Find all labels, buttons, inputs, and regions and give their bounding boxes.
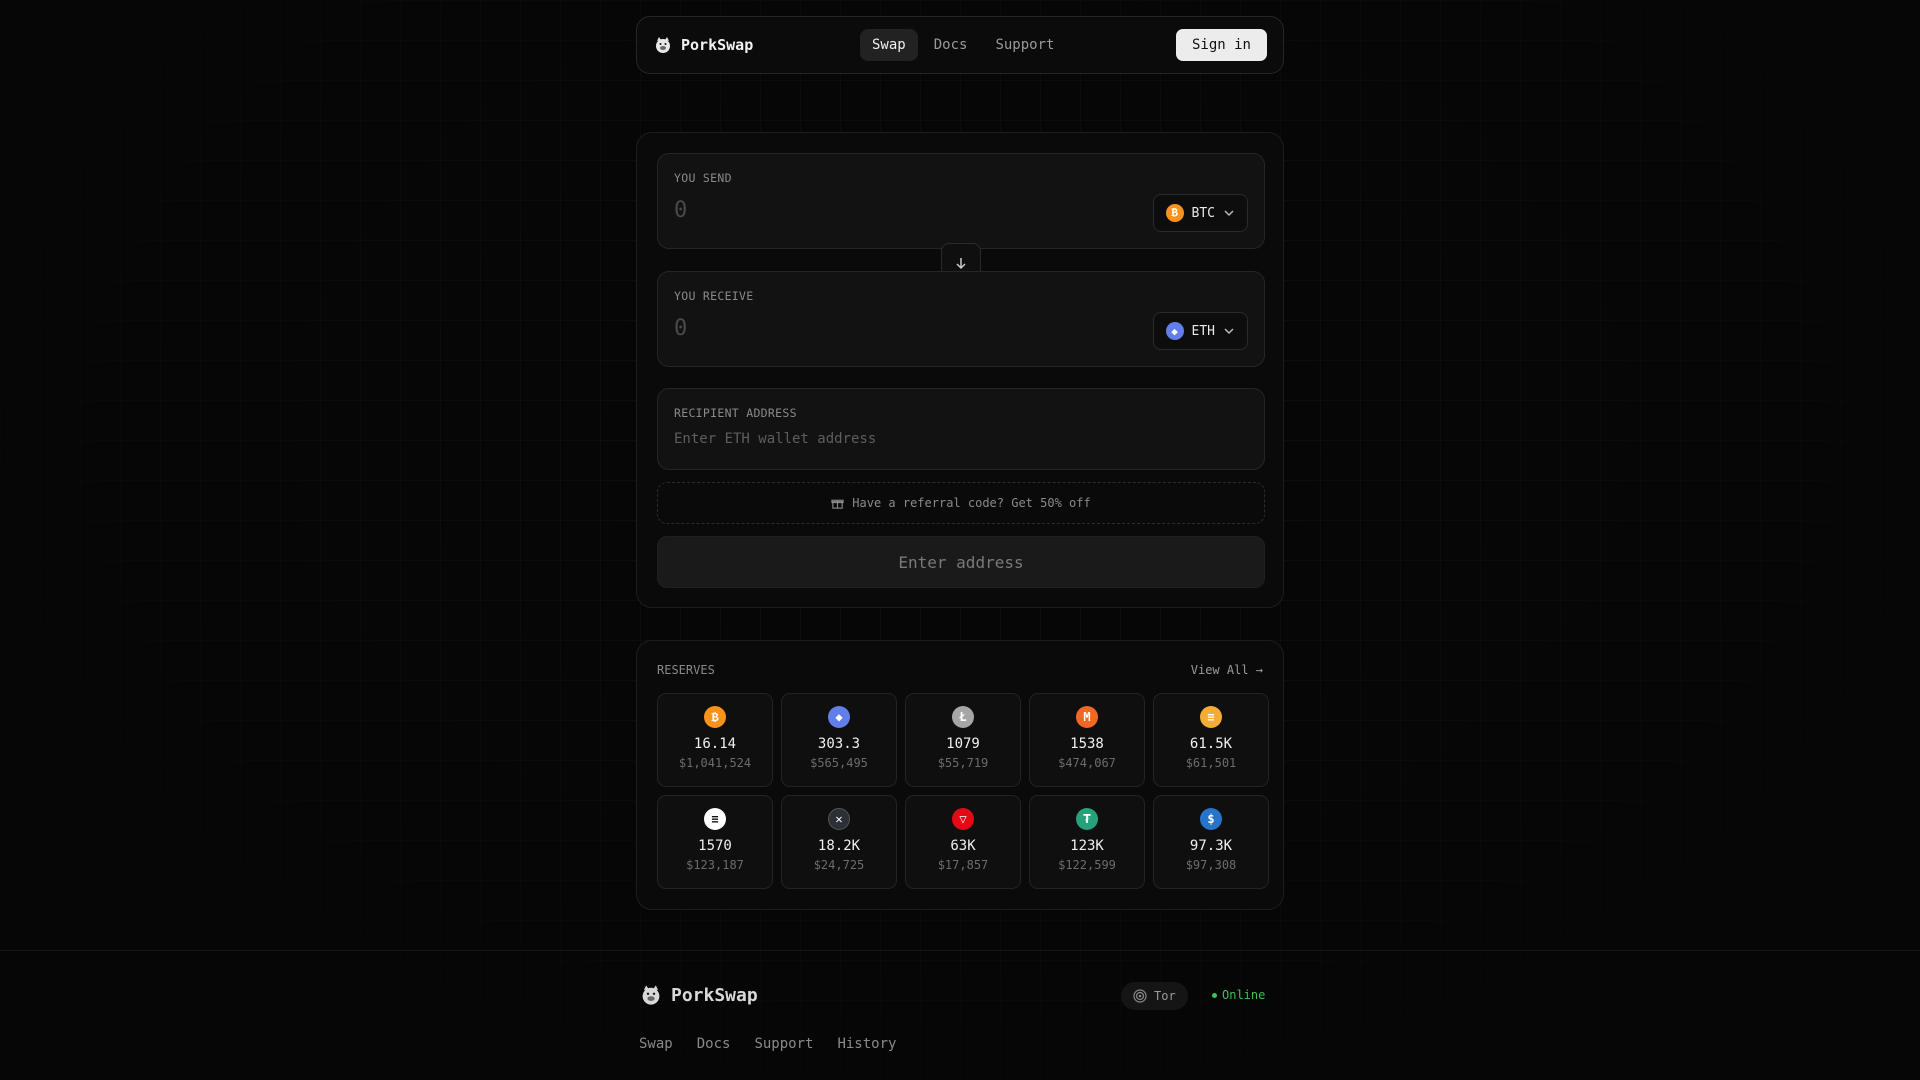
status-dot-icon: [1212, 992, 1217, 998]
ethereum-icon: ◆: [828, 706, 850, 728]
send-amount-input[interactable]: 0: [674, 198, 687, 223]
footer-brand[interactable]: PorkSwap: [639, 982, 758, 1008]
xrp-icon: ✕: [828, 808, 850, 830]
reserve-tile-ltc[interactable]: Ł 1079 $55,719: [905, 693, 1021, 787]
dai-icon: ≡: [1200, 706, 1222, 728]
reserve-usd: $61,501: [1185, 756, 1237, 770]
receive-token-label: ETH: [1191, 323, 1215, 339]
bitcoin-icon: ₿: [1165, 204, 1184, 222]
reserves-title: RESERVES: [657, 663, 715, 677]
reserve-usd: $97,308: [1185, 858, 1237, 872]
tor-badge[interactable]: Tor: [1121, 982, 1188, 1010]
reserve-tile-usdc[interactable]: $ 97.3K $97,308: [1153, 795, 1269, 889]
reserve-usd: $565,495: [810, 756, 868, 770]
reserve-tile-sol[interactable]: ≡ 1570 $123,187: [657, 795, 773, 889]
tor-label: Tor: [1154, 989, 1176, 1003]
monero-icon: M: [1076, 706, 1098, 728]
recipient-panel: RECIPIENT ADDRESS: [657, 388, 1265, 470]
reserve-tile-xmr[interactable]: M 1538 $474,067: [1029, 693, 1145, 787]
view-all-link[interactable]: View All →: [1191, 663, 1263, 677]
receive-panel: YOU RECEIVE 0 ◆ ETH: [657, 271, 1265, 367]
reserve-amount: 18.2K: [817, 838, 861, 854]
reserve-amount: 1570: [698, 838, 732, 854]
reserve-tile-btc[interactable]: ₿ 16.14 $1,041,524: [657, 693, 773, 787]
send-token-label: BTC: [1191, 205, 1215, 221]
reserve-amount: 61.5K: [1189, 736, 1233, 752]
reserve-usd: $24,725: [813, 858, 865, 872]
brand[interactable]: PorkSwap: [653, 35, 753, 55]
reserve-usd: $474,067: [1058, 756, 1116, 770]
gift-icon: [831, 499, 844, 509]
reserves-grid: ₿ 16.14 $1,041,524 ◆ 303.3 $565,495 Ł 10…: [657, 693, 1269, 889]
send-panel: YOU SEND 0 ₿ BTC: [657, 153, 1265, 249]
reserve-tile-eth[interactable]: ◆ 303.3 $565,495: [781, 693, 897, 787]
reserve-usd: $55,719: [937, 756, 989, 770]
reserve-usd: $17,857: [937, 858, 989, 872]
nav-links: Swap Docs Support: [860, 29, 1066, 61]
reserves-card: RESERVES View All → ₿ 16.14 $1,041,524 ◆…: [636, 640, 1284, 910]
reserve-amount: 63K: [950, 838, 976, 854]
receive-token-select[interactable]: ◆ ETH: [1152, 312, 1248, 350]
ethereum-icon: ◆: [1165, 322, 1184, 340]
reserve-tile-trx[interactable]: ▽ 63K $17,857: [905, 795, 1021, 889]
referral-text: Have a referral code? Get 50% off: [852, 496, 1091, 510]
receive-label: YOU RECEIVE: [674, 289, 754, 303]
send-label: YOU SEND: [674, 171, 732, 185]
footer-link-support[interactable]: Support: [754, 1036, 813, 1052]
reserve-amount: 1538: [1070, 736, 1104, 752]
enter-address-button[interactable]: Enter address: [657, 536, 1265, 588]
reserve-amount: 16.14: [693, 736, 737, 752]
litecoin-icon: Ł: [952, 706, 974, 728]
reserve-usd: $1,041,524: [678, 756, 752, 770]
reserve-amount: 97.3K: [1189, 838, 1233, 854]
chevron-down-icon: [1224, 210, 1234, 217]
pig-logo-icon: [642, 985, 660, 1005]
nav-docs[interactable]: Docs: [922, 29, 980, 61]
nav-support[interactable]: Support: [983, 29, 1066, 61]
usdc-icon: $: [1200, 808, 1222, 830]
status-label: Online: [1222, 988, 1266, 1002]
footer-divider: [0, 950, 1920, 951]
recipient-label: RECIPIENT ADDRESS: [674, 406, 797, 420]
reserve-amount: 303.3: [817, 736, 861, 752]
online-status: Online: [1212, 988, 1265, 1002]
reserve-amount: 123K: [1070, 838, 1104, 854]
brand-name: PorkSwap: [681, 36, 754, 54]
solana-icon: ≡: [704, 808, 726, 830]
footer-link-history[interactable]: History: [837, 1036, 896, 1052]
reserve-usd: $123,187: [686, 858, 744, 872]
tor-onion-icon: [1133, 989, 1147, 1003]
top-navbar: PorkSwap Swap Docs Support Sign in: [636, 16, 1284, 74]
sign-in-button[interactable]: Sign in: [1175, 29, 1267, 61]
bitcoin-icon: ₿: [704, 706, 726, 728]
footer-link-swap[interactable]: Swap: [639, 1036, 673, 1052]
referral-code-button[interactable]: Have a referral code? Get 50% off: [657, 482, 1265, 524]
tron-icon: ▽: [952, 808, 974, 830]
footer-brand-name: PorkSwap: [671, 984, 758, 1006]
footer-link-docs[interactable]: Docs: [697, 1036, 731, 1052]
reserve-usd: $122,599: [1058, 858, 1116, 872]
send-token-select[interactable]: ₿ BTC: [1152, 194, 1248, 232]
tether-icon: ₮: [1076, 808, 1098, 830]
arrow-down-icon: [956, 258, 966, 270]
footer-links: Swap Docs Support History: [639, 1036, 896, 1052]
nav-swap[interactable]: Swap: [860, 29, 918, 61]
pig-logo-icon: [656, 37, 670, 53]
reserve-tile-dai[interactable]: ≡ 61.5K $61,501: [1153, 693, 1269, 787]
reserve-amount: 1079: [946, 736, 980, 752]
reserve-tile-usdt[interactable]: ₮ 123K $122,599: [1029, 795, 1145, 889]
chevron-down-icon: [1224, 328, 1234, 335]
swap-card: YOU SEND 0 ₿ BTC YOU RECEIVE 0 ◆ ETH REC…: [636, 132, 1284, 608]
recipient-address-input[interactable]: [674, 431, 1234, 447]
receive-amount: 0: [674, 316, 688, 341]
reserve-tile-xrp[interactable]: ✕ 18.2K $24,725: [781, 795, 897, 889]
